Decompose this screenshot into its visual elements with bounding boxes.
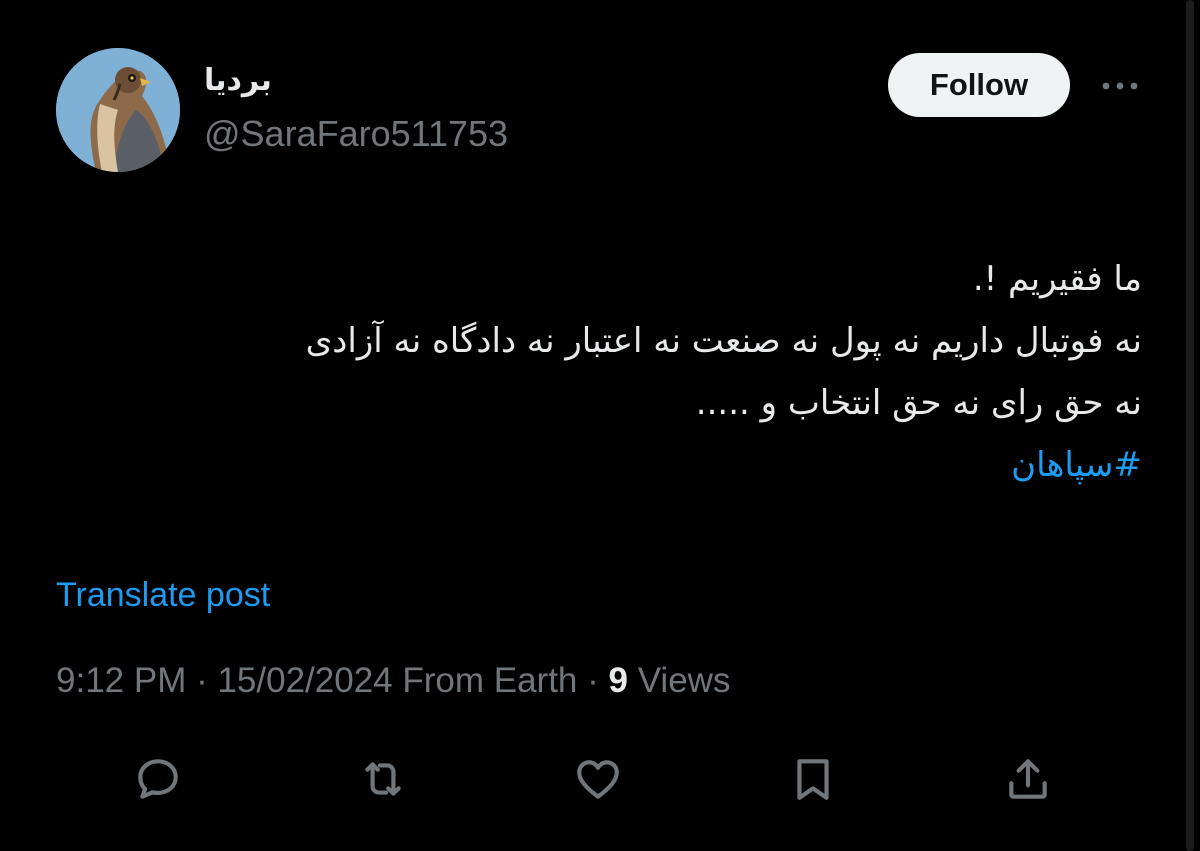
more-button[interactable] <box>1096 68 1144 104</box>
reply-button[interactable] <box>131 752 185 806</box>
post-source: From Earth <box>392 661 578 700</box>
views-count: 9 <box>608 661 628 700</box>
more-horizontal-icon <box>1102 82 1138 90</box>
repost-icon <box>365 762 401 796</box>
views-label: Views <box>627 661 731 700</box>
repost-button[interactable] <box>356 752 410 806</box>
tweet-line: نه حق رای نه حق انتخاب و ..... <box>695 383 1142 423</box>
avatar[interactable] <box>56 48 180 172</box>
falcon-avatar-icon <box>56 48 180 172</box>
follow-button[interactable]: Follow <box>888 53 1070 117</box>
author-display-name[interactable]: برديا <box>204 66 272 96</box>
meta-separator: · <box>577 661 609 700</box>
meta-separator: · <box>186 661 218 700</box>
tweet-line: ما فقیریم !. <box>972 259 1142 299</box>
like-button[interactable] <box>571 752 625 806</box>
translate-post-link[interactable]: Translate post <box>56 578 270 612</box>
share-button[interactable] <box>1001 752 1055 806</box>
post-time[interactable]: 9:12 PM <box>56 661 186 700</box>
like-icon <box>577 760 619 799</box>
bookmark-icon <box>797 759 829 800</box>
scrollbar-thumb[interactable] <box>1186 0 1194 851</box>
tweet-line: نه فوتبال داریم نه پول نه صنعت نه اعتبار… <box>305 321 1142 361</box>
share-icon <box>1009 759 1047 799</box>
tweet-text: ما فقیریم !. نه فوتبال داریم نه پول نه ص… <box>56 248 1142 496</box>
tweet-metadata: 9:12 PM · 15/02/2024 From Earth · 9 View… <box>56 663 730 698</box>
post-date[interactable]: 15/02/2024 <box>217 661 392 700</box>
hashtag-link[interactable]: #سپاهان <box>56 434 1142 496</box>
author-handle[interactable]: @SaraFaro511753 <box>204 116 508 152</box>
reply-icon <box>138 759 178 799</box>
bookmark-button[interactable] <box>786 752 840 806</box>
